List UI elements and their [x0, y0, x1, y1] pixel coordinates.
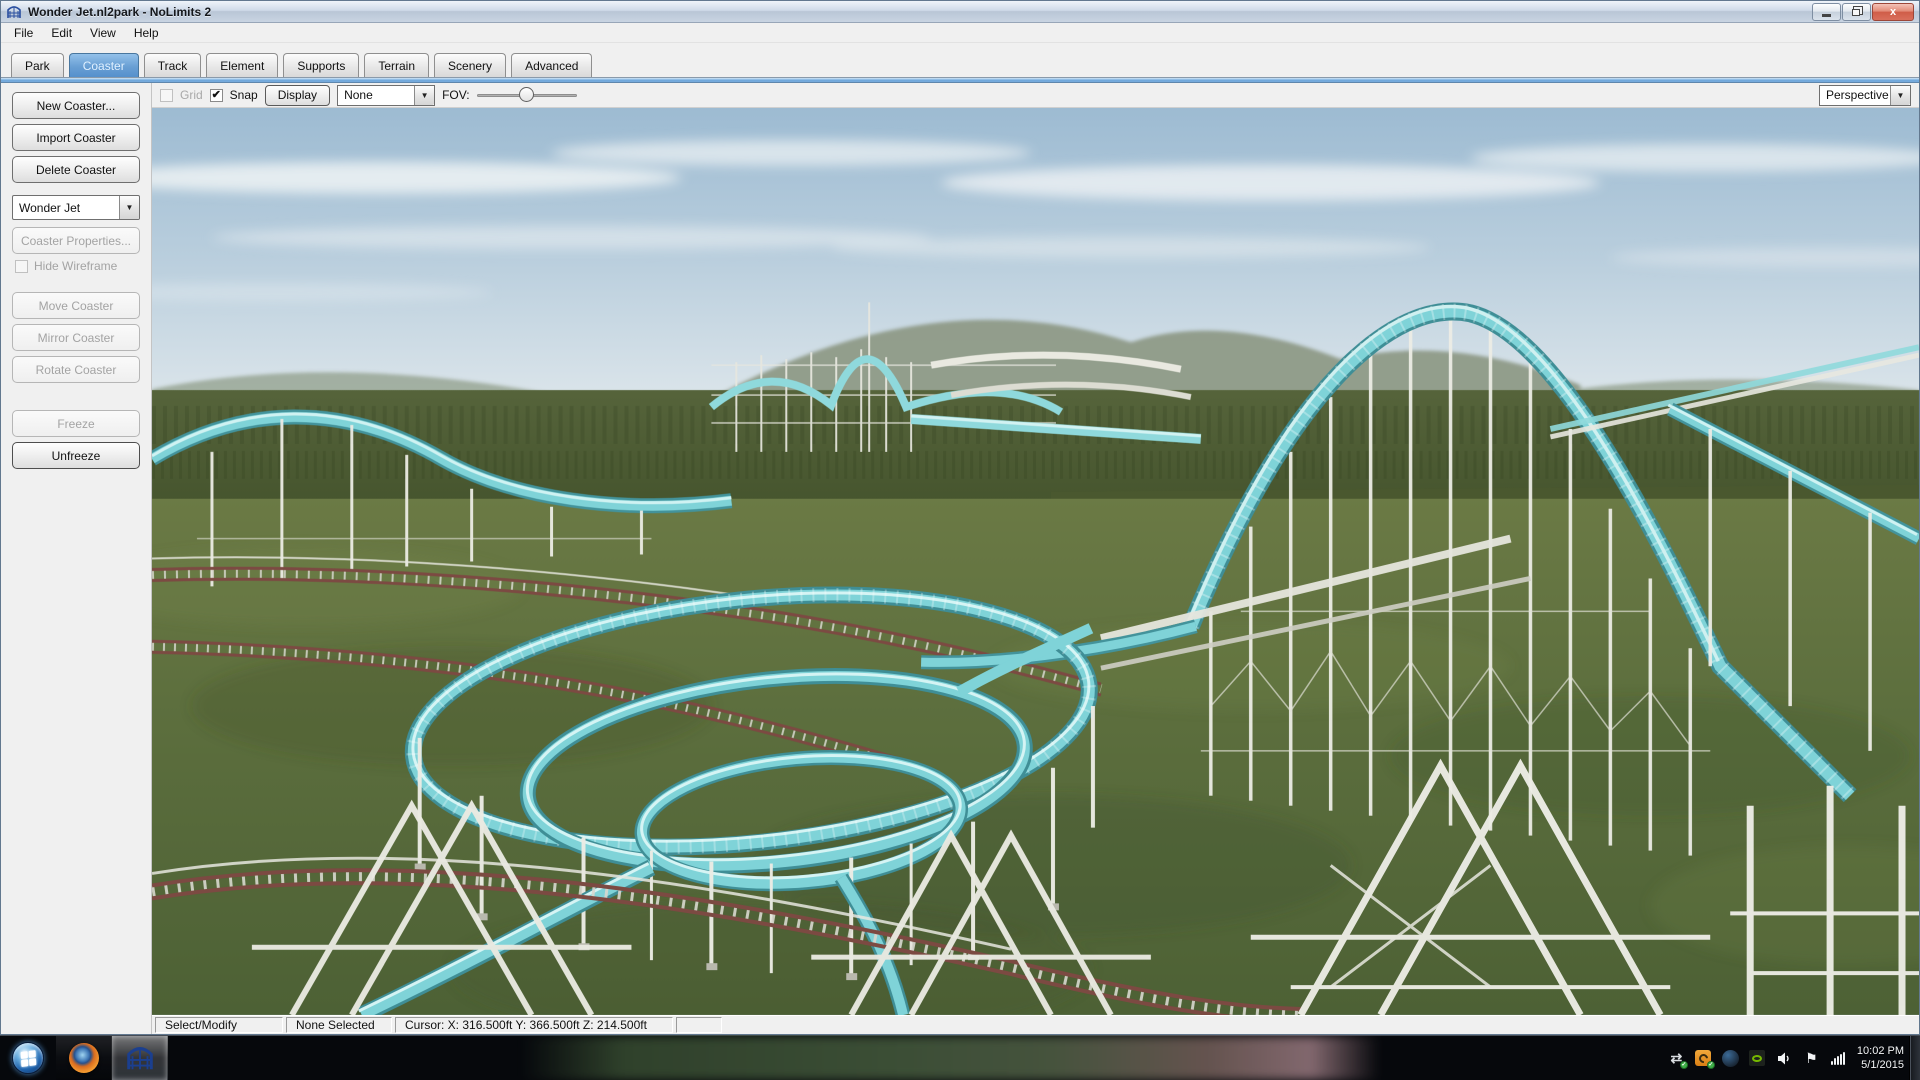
camera-mode-value: Perspective	[1820, 88, 1890, 102]
grid-checkbox	[160, 89, 173, 102]
import-coaster-button[interactable]: Import Coaster	[12, 124, 140, 151]
chevron-down-icon: ▼	[414, 86, 434, 105]
fov-slider-thumb[interactable]	[519, 87, 534, 102]
viewport-3d[interactable]	[152, 108, 1919, 1015]
freeze-button: Freeze	[12, 410, 140, 437]
system-tray: ⇄✓ ✓ ⚑ 10:02 PM 5/1/2015	[1668, 1036, 1904, 1080]
windows-taskbar: ⇄✓ ✓ ⚑ 10:02 PM 5/1/2015	[0, 1035, 1920, 1080]
clock-date: 5/1/2015	[1857, 1058, 1904, 1072]
coaster-properties-button: Coaster Properties...	[12, 227, 140, 254]
tab-supports[interactable]: Supports	[283, 53, 359, 77]
display-button[interactable]: Display	[265, 85, 330, 106]
hide-wireframe-row: Hide Wireframe	[15, 259, 151, 273]
snap-checkbox[interactable]: ✔	[210, 89, 223, 102]
window-title: Wonder Jet.nl2park - NoLimits 2	[28, 5, 211, 19]
rotate-coaster-button: Rotate Coaster	[12, 356, 140, 383]
display-mode-value: None	[338, 88, 414, 102]
taskbar-wallpaper-glow	[520, 1036, 1380, 1080]
menu-help[interactable]: Help	[125, 24, 168, 42]
status-cursor-position: Cursor: X: 316.500ft Y: 366.500ft Z: 214…	[395, 1017, 673, 1033]
camera-mode-select[interactable]: Perspective ▼	[1819, 85, 1911, 106]
statusbar: Select/Modify None Selected Cursor: X: 3…	[152, 1015, 1919, 1034]
snap-label: Snap	[230, 88, 258, 102]
tab-track[interactable]: Track	[144, 53, 202, 77]
status-spare-cell	[676, 1017, 722, 1033]
tray-orange-app-icon[interactable]: ✓	[1695, 1050, 1712, 1067]
restore-button[interactable]	[1842, 3, 1871, 21]
start-button[interactable]	[0, 1036, 56, 1080]
taskbar-nolimits2-button[interactable]	[112, 1036, 168, 1080]
coaster-select-value: Wonder Jet	[13, 201, 119, 215]
tray-clock[interactable]: 10:02 PM 5/1/2015	[1857, 1044, 1904, 1072]
tray-network-signal-icon[interactable]	[1830, 1050, 1847, 1067]
chevron-down-icon: ▼	[1890, 86, 1910, 105]
minimize-button[interactable]	[1812, 3, 1841, 21]
status-selection: None Selected	[286, 1017, 392, 1033]
app-icon	[6, 4, 22, 20]
tray-volume-icon[interactable]	[1776, 1050, 1793, 1067]
menu-edit[interactable]: Edit	[42, 24, 81, 42]
hide-wireframe-label: Hide Wireframe	[34, 259, 117, 273]
tab-terrain[interactable]: Terrain	[364, 53, 429, 77]
fov-label: FOV:	[442, 88, 470, 102]
mode-tabbar: Park Coaster Track Element Supports Terr…	[1, 43, 1919, 77]
scene-3d	[152, 108, 1919, 1015]
tab-park[interactable]: Park	[11, 53, 64, 77]
titlebar: Wonder Jet.nl2park - NoLimits 2 x	[1, 1, 1919, 23]
status-mode: Select/Modify	[155, 1017, 283, 1033]
show-desktop-button[interactable]	[1909, 1036, 1920, 1080]
hide-wireframe-checkbox	[15, 260, 28, 273]
fov-slider[interactable]	[477, 86, 577, 104]
grid-label: Grid	[180, 88, 203, 102]
tab-advanced[interactable]: Advanced	[511, 53, 592, 77]
tab-element[interactable]: Element	[206, 53, 278, 77]
restore-icon	[1852, 9, 1860, 16]
tray-sync-app-icon[interactable]: ⇄✓	[1668, 1050, 1685, 1067]
coaster-select[interactable]: Wonder Jet ▼	[12, 195, 140, 220]
minimize-icon	[1822, 14, 1831, 17]
display-mode-select[interactable]: None ▼	[337, 85, 435, 106]
close-button[interactable]: x	[1872, 3, 1914, 21]
taskbar-firefox-button[interactable]	[56, 1036, 112, 1080]
delete-coaster-button[interactable]: Delete Coaster	[12, 156, 140, 183]
coaster-sidebar: New Coaster... Import Coaster Delete Coa…	[1, 83, 152, 1034]
menu-file[interactable]: File	[5, 24, 42, 42]
unfreeze-button[interactable]: Unfreeze	[12, 442, 140, 469]
mirror-coaster-button: Mirror Coaster	[12, 324, 140, 351]
windows-start-icon	[12, 1042, 44, 1074]
tray-action-center-flag-icon[interactable]: ⚑	[1803, 1050, 1820, 1067]
tray-steam-icon[interactable]	[1722, 1050, 1739, 1067]
menubar: File Edit View Help	[1, 23, 1919, 43]
chevron-down-icon: ▼	[119, 196, 139, 219]
nolimits2-icon	[125, 1043, 155, 1073]
tab-coaster[interactable]: Coaster	[69, 53, 139, 77]
firefox-icon	[69, 1043, 99, 1073]
clock-time: 10:02 PM	[1857, 1044, 1904, 1058]
new-coaster-button[interactable]: New Coaster...	[12, 92, 140, 119]
nolimits2-window: Wonder Jet.nl2park - NoLimits 2 x File E…	[0, 0, 1920, 1035]
move-coaster-button: Move Coaster	[12, 292, 140, 319]
viewport-toolbar: Grid ✔ Snap Display None ▼ FOV: Perspect…	[152, 83, 1919, 108]
tray-nvidia-icon[interactable]	[1749, 1050, 1766, 1067]
tab-scenery[interactable]: Scenery	[434, 53, 506, 77]
menu-view[interactable]: View	[81, 24, 125, 42]
